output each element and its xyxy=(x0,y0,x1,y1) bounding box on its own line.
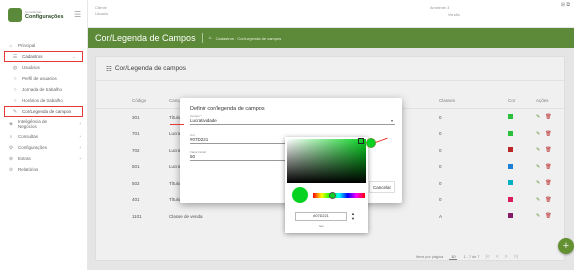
chevron-right-icon: › xyxy=(79,133,81,140)
app-logo xyxy=(8,8,22,22)
sidebar-item-label: Cor/Legenda de campos xyxy=(22,109,72,114)
divider xyxy=(201,33,203,43)
users-icon: ◍ xyxy=(12,64,18,71)
bulb-icon: ◈ xyxy=(9,121,13,127)
circle-icon: ○ xyxy=(13,97,17,104)
sidebar-item-extras[interactable]: ⊕ Extras › xyxy=(0,153,87,164)
list-icon: ☰ xyxy=(12,53,18,60)
home-icon: ⌂ xyxy=(9,42,13,49)
sidebar-item-label: Configurações xyxy=(18,145,48,150)
page-title: Cor/Legenda de Campos xyxy=(95,33,196,43)
page-header: Cor/Legenda de Campos ⌂ Cadastros · Cor/… xyxy=(88,28,574,48)
chevron-right-icon: › xyxy=(79,121,81,127)
topbar: Cliente Usuario Ambiente 3 Versão ⊞ ⧉ xyxy=(88,0,574,28)
chevron-down-icon: ⌄ xyxy=(71,53,76,60)
sidebar-item-label: Relatórios xyxy=(18,167,39,172)
breadcrumb: Cadastros · Cor/Legenda de campos xyxy=(215,35,282,41)
selected-color-dot xyxy=(366,138,376,148)
dialog-title: Definir cor/legenda de campos xyxy=(190,106,265,112)
sidebar-item-label: Extras xyxy=(18,156,31,161)
chevron-right-icon: › xyxy=(79,144,81,151)
circle-icon: ○ xyxy=(13,75,17,82)
color-preview xyxy=(292,187,308,203)
sidebar-item-inteligencia[interactable]: ◈ Inteligência de Negócios › xyxy=(0,117,87,131)
pencil-icon: ✎ xyxy=(12,108,18,115)
hex-input[interactable]: #07D221 xyxy=(295,212,347,221)
mode-toggle-icon[interactable]: ▲ ▼ xyxy=(351,211,355,221)
circle-icon: ○ xyxy=(13,86,17,93)
saturation-value-area[interactable] xyxy=(287,139,366,183)
sidebar-item-label: Horários de trabalho xyxy=(22,98,63,103)
sidebar-item-label: Cadastros xyxy=(22,54,43,59)
annotation-arrow xyxy=(170,124,184,126)
sidebar-item-jornada[interactable]: ○ Jornada de trabalho xyxy=(0,84,87,95)
environment-info: Ambiente 3 xyxy=(430,6,450,10)
mode-label: hex xyxy=(319,224,324,228)
window-controls-icon[interactable]: ⊞ ⧉ xyxy=(561,2,570,8)
campo-select[interactable]: Campo * Lucratividade ▾ xyxy=(190,114,395,125)
hue-slider-handle[interactable] xyxy=(329,192,336,199)
sidebar: Consultorias Configurações ☰ ⌂ Principal… xyxy=(0,0,88,270)
menu-toggle-icon[interactable]: ☰ xyxy=(74,10,81,19)
sidebar-item-configuracoes[interactable]: ⚙ Configurações › xyxy=(0,142,87,153)
sidebar-item-label: Perfil de usuarios xyxy=(22,76,57,81)
sidebar-item-label: Consultas xyxy=(18,134,39,139)
version-info: Versão xyxy=(448,13,460,17)
client-info: Cliente Usuario xyxy=(95,6,109,16)
sidebar-item-usuarios[interactable]: ◍ Usuários xyxy=(0,62,87,73)
sidebar-item-label: Jornada de trabalho xyxy=(22,87,63,92)
sidebar-item-principal[interactable]: ⌂ Principal xyxy=(0,40,87,51)
cancel-button[interactable]: Cancelar xyxy=(369,181,395,193)
sidebar-item-relatorios[interactable]: ⊘ Relatórios xyxy=(0,164,87,175)
sidebar-item-consultas[interactable]: ⌕ Consultas › xyxy=(0,131,87,142)
search-icon: ⌕ xyxy=(9,133,13,140)
sidebar-item-label: Principal xyxy=(18,43,36,48)
sidebar-item-horarios[interactable]: ○ Horários de trabalho xyxy=(0,95,87,106)
hue-slider[interactable] xyxy=(313,193,365,198)
sidebar-item-perfil[interactable]: ○ Perfil de usuarios xyxy=(0,73,87,84)
home-icon[interactable]: ⌂ xyxy=(209,35,212,41)
chevron-right-icon: › xyxy=(79,155,81,162)
saturation-handle[interactable] xyxy=(358,138,364,144)
sidebar-item-label: Usuários xyxy=(22,65,40,70)
brand-title: Configurações xyxy=(25,14,64,20)
report-icon: ⊘ xyxy=(8,166,14,173)
faixa-inicial-field[interactable]: Faixa Inicial 50 xyxy=(190,150,290,161)
sidebar-item-cadastros[interactable]: ☰ Cadastros ⌄ xyxy=(4,51,83,62)
sidebar-item-cor-legenda[interactable]: ✎ Cor/Legenda de campos xyxy=(4,106,83,117)
gear-icon: ⚙ xyxy=(8,144,14,151)
sidebar-item-label: Inteligência de Negócios xyxy=(18,119,48,129)
dropdown-arrow-icon: ▾ xyxy=(390,118,393,123)
color-picker: #07D221 ▲ ▼ hex xyxy=(285,137,368,233)
extras-icon: ⊕ xyxy=(8,155,14,162)
